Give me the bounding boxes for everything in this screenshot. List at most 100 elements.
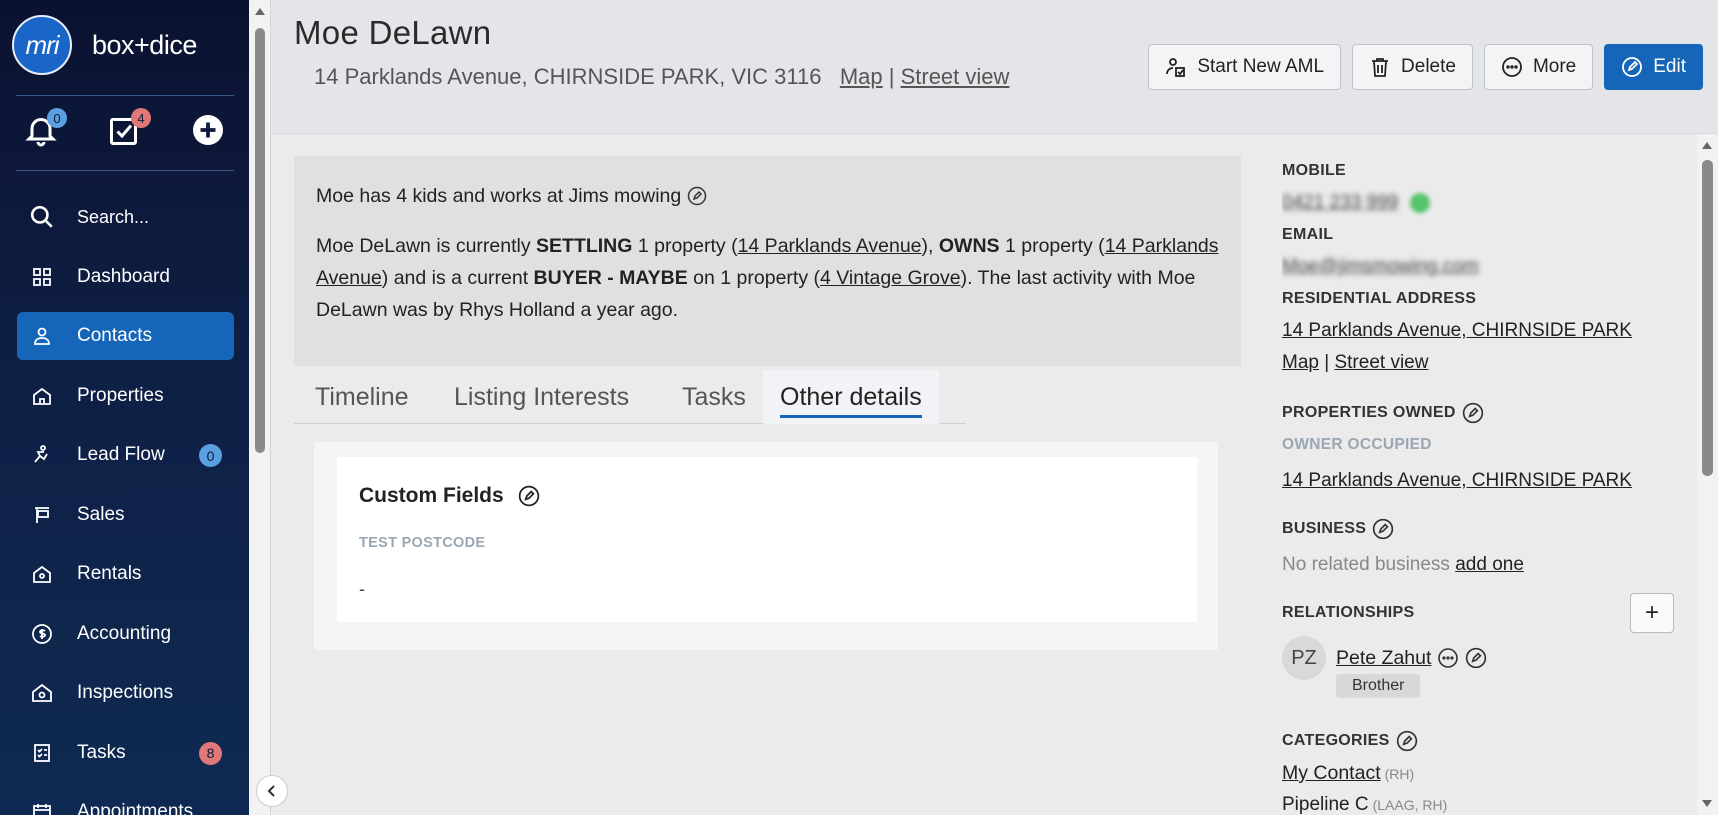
- residential-links: Map | Street view: [1282, 352, 1429, 373]
- nav-label: Sales: [77, 503, 125, 525]
- edit-custom-fields-icon[interactable]: [518, 485, 540, 507]
- divider: [16, 95, 234, 96]
- edit-relationship-icon[interactable]: [1465, 647, 1487, 669]
- scrollbar-thumb[interactable]: [255, 28, 265, 453]
- nav-appointments[interactable]: Appointments: [17, 788, 234, 815]
- notifications-button[interactable]: 0: [23, 108, 67, 156]
- category-name[interactable]: Pipeline C: [1282, 794, 1369, 815]
- tab-other-details[interactable]: Other details: [763, 370, 939, 424]
- search-icon: [29, 204, 55, 230]
- add-business-link[interactable]: add one: [1455, 554, 1524, 575]
- summary-text: ),: [921, 235, 939, 257]
- nav-inspections[interactable]: Inspections: [17, 669, 234, 717]
- tab-timeline[interactable]: Timeline: [315, 370, 409, 424]
- more-dots-icon: [1502, 57, 1522, 77]
- business-label: BUSINESS: [1282, 518, 1394, 540]
- nav-label: Lead Flow: [77, 444, 165, 465]
- nav-rentals[interactable]: Rentals: [17, 550, 234, 598]
- tab-label: Other details: [780, 383, 922, 418]
- nav-lead-flow[interactable]: Lead Flow 0: [17, 431, 234, 479]
- residential-address: 14 Parklands Avenue, CHIRNSIDE PARK: [1282, 320, 1632, 342]
- plus-circle-icon: [193, 115, 223, 145]
- tab-listing-interests[interactable]: Listing Interests: [454, 370, 629, 424]
- logo[interactable]: mri box+dice: [12, 15, 197, 75]
- nav-label: Contacts: [77, 325, 152, 346]
- category-link[interactable]: My Contact: [1282, 762, 1381, 784]
- category-item: Pipeline C (LAAG, RH): [1282, 794, 1447, 815]
- scroll-up-arrow-icon[interactable]: [1702, 142, 1712, 149]
- settling-property-link[interactable]: 14 Parklands Avenue: [738, 235, 922, 257]
- mobile-value[interactable]: 0421 233 999: [1282, 192, 1398, 213]
- edit-properties-icon[interactable]: [1462, 402, 1484, 424]
- res-street-view-link[interactable]: Street view: [1334, 352, 1428, 373]
- custom-fields-card: Custom Fields TEST POSTCODE -: [337, 457, 1197, 622]
- map-link[interactable]: Map: [840, 64, 883, 89]
- nav-accounting[interactable]: Accounting: [17, 610, 234, 658]
- nav-dashboard[interactable]: Dashboard: [17, 253, 234, 301]
- business-row: No related business add one: [1282, 554, 1524, 576]
- contact-note: Moe has 4 kids and works at Jims mowing: [316, 180, 1219, 212]
- scroll-up-arrow-icon[interactable]: [255, 8, 265, 15]
- start-new-aml-button[interactable]: Start New AML: [1148, 44, 1342, 90]
- start-new-aml-label: Start New AML: [1197, 56, 1325, 77]
- trash-icon: [1372, 58, 1389, 77]
- delete-button[interactable]: Delete: [1352, 44, 1473, 90]
- properties-owned-text: PROPERTIES OWNED: [1282, 404, 1456, 421]
- owned-property-link[interactable]: 14 Parklands Avenue, CHIRNSIDE PARK: [1282, 470, 1632, 491]
- edit-note-icon[interactable]: [687, 186, 707, 206]
- lead-flow-icon: [29, 442, 55, 468]
- chevron-left-icon: [267, 785, 275, 797]
- email-value[interactable]: Moe@jimsmowing.com: [1282, 256, 1479, 277]
- field-label: TEST POSTCODE: [359, 535, 486, 551]
- nav-label: Inspections: [77, 682, 174, 703]
- buyer-property-link[interactable]: 4 Vintage Grove: [820, 267, 961, 289]
- collapse-sidebar-button[interactable]: [256, 775, 288, 807]
- add-new-button[interactable]: [190, 112, 230, 156]
- nav-label: Dashboard: [77, 265, 170, 287]
- nav-sales[interactable]: Sales: [17, 491, 234, 539]
- rental-house-icon: [29, 561, 55, 587]
- owner-occupied-label: OWNER OCCUPIED: [1282, 436, 1432, 453]
- custom-fields-title-text: Custom Fields: [359, 484, 504, 507]
- more-button[interactable]: More: [1483, 44, 1594, 90]
- res-map-link[interactable]: Map: [1282, 352, 1319, 373]
- dollar-circle-icon: [29, 621, 55, 647]
- lead-flow-badge: 0: [199, 444, 222, 467]
- sidebar-scrollbar[interactable]: [249, 0, 271, 815]
- email-row: Moe@jimsmowing.com: [1282, 256, 1479, 278]
- notifications-badge: 0: [47, 108, 67, 128]
- business-text: BUSINESS: [1282, 520, 1367, 537]
- owns-status: OWNS: [938, 235, 1000, 257]
- add-relationship-button[interactable]: +: [1630, 593, 1674, 633]
- tab-label: Timeline: [315, 382, 409, 411]
- scroll-down-arrow-icon[interactable]: [1702, 800, 1712, 807]
- street-view-link[interactable]: Street view: [901, 64, 1010, 89]
- custom-fields-title: Custom Fields: [359, 484, 540, 508]
- field-value: -: [359, 579, 365, 599]
- relationship-type-badge: Brother: [1336, 674, 1421, 698]
- detail-tabs: Timeline Listing Interests Tasks Other d…: [294, 370, 966, 424]
- edit-business-icon[interactable]: [1372, 518, 1394, 540]
- nav-label: Accounting: [77, 622, 172, 644]
- summary-text: Moe DeLawn is currently: [316, 235, 537, 257]
- edit-button[interactable]: Edit: [1604, 44, 1703, 90]
- summary-text: 1 property (: [999, 235, 1105, 257]
- tab-tasks[interactable]: Tasks: [682, 370, 746, 424]
- residential-address-link[interactable]: 14 Parklands Avenue, CHIRNSIDE PARK: [1282, 320, 1632, 341]
- contact-summary: Moe has 4 kids and works at Jims mowing …: [294, 156, 1241, 366]
- details-scrollbar[interactable]: [1697, 134, 1718, 815]
- dashboard-icon: [29, 264, 55, 290]
- task-list-icon: [29, 740, 55, 766]
- summary-paragraph: Moe DeLawn is currently SETTLING 1 prope…: [316, 230, 1219, 326]
- whatsapp-icon[interactable]: [1410, 192, 1431, 213]
- edit-categories-icon[interactable]: [1396, 730, 1418, 752]
- relationship-name-link[interactable]: Pete Zahut: [1336, 647, 1431, 670]
- nav-search[interactable]: Search...: [17, 193, 234, 241]
- nav-contacts[interactable]: Contacts: [17, 312, 234, 360]
- nav-tasks[interactable]: Tasks 8: [17, 729, 234, 777]
- scrollbar-thumb[interactable]: [1702, 160, 1713, 476]
- nav-properties[interactable]: Properties: [17, 372, 234, 420]
- mobile-label: MOBILE: [1282, 162, 1347, 179]
- more-dots-icon[interactable]: [1437, 647, 1459, 669]
- tasks-quick-button[interactable]: 4: [107, 108, 151, 156]
